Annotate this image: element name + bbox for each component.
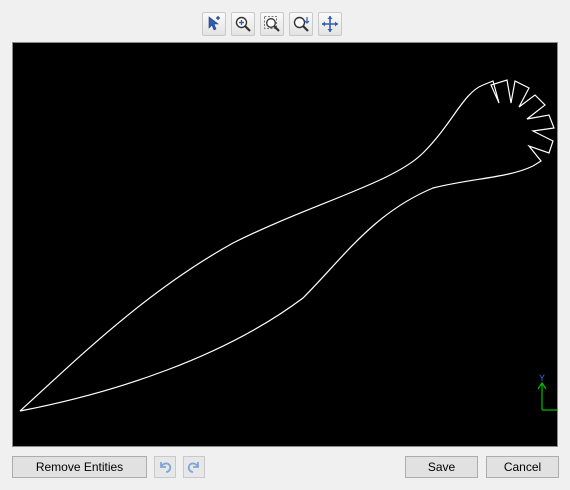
cancel-label: Cancel [503,460,542,474]
handle-gear-outline[interactable] [482,79,555,167]
pan-icon [322,16,338,32]
drawing-viewport[interactable]: Y [12,42,558,447]
redo-button[interactable] [183,456,205,478]
y-axis-label: Y [539,373,545,383]
undo-button[interactable] [154,456,176,478]
zoom-extents-button[interactable] [289,12,313,36]
pan-button[interactable] [318,12,342,36]
view-toolbar [202,12,342,36]
zoom-in-icon [235,16,251,32]
remove-entities-button[interactable]: Remove Entities [12,456,147,478]
redo-icon [187,462,199,473]
blade-outline[interactable] [19,84,534,412]
save-button[interactable]: Save [405,456,478,478]
zoom-in-button[interactable] [231,12,255,36]
select-pointer-icon [208,16,220,31]
zoom-window-icon [264,16,280,32]
cancel-button[interactable]: Cancel [486,456,559,478]
drawing-canvas[interactable]: Y [13,43,558,447]
undo-icon [160,462,172,473]
zoom-extents-icon [293,16,310,32]
select-pointer-button[interactable] [202,12,226,36]
save-label: Save [427,460,456,474]
axis-indicator: Y [537,373,557,411]
zoom-window-button[interactable] [260,12,284,36]
remove-entities-label: Remove Entities [35,460,124,474]
